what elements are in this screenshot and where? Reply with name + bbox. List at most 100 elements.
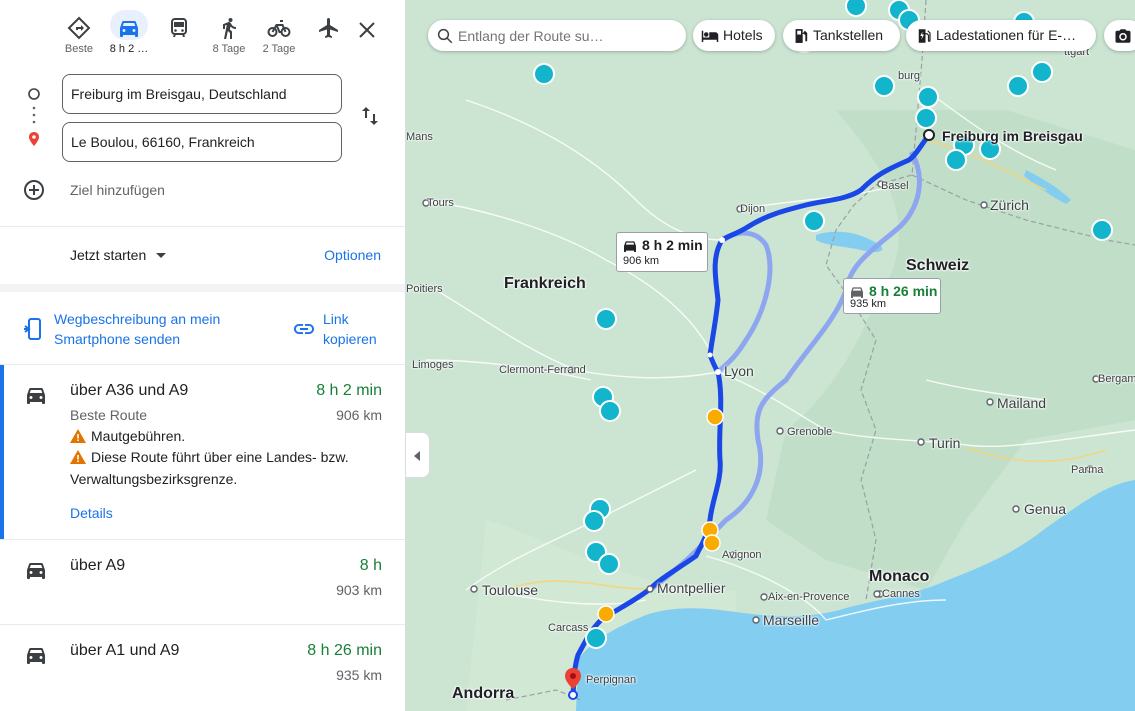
car-icon	[27, 563, 45, 579]
map-label-place: Cannes	[882, 588, 920, 600]
search-along-route[interactable]	[428, 20, 686, 51]
map-label-city: Toulouse	[482, 582, 539, 598]
add-destination-button[interactable]: Ziel hinzufügen	[22, 176, 322, 204]
map-label-city: Lyon	[724, 363, 754, 379]
depart-time-label: Jetzt starten	[70, 247, 147, 263]
flight-icon	[319, 18, 338, 38]
map-label-place: Basel	[881, 180, 909, 192]
options-button[interactable]: Optionen	[324, 247, 381, 263]
add-circle-icon	[24, 180, 44, 200]
mode-flight[interactable]	[304, 14, 354, 62]
map-label-place: Carcass	[548, 622, 589, 634]
route-details-link[interactable]: Details	[70, 505, 113, 521]
map-label-city: Genua	[1024, 501, 1067, 517]
car-icon	[624, 241, 636, 252]
chip-label: Tankstellen	[813, 27, 884, 43]
caret-down-icon	[156, 253, 167, 258]
route-option-1[interactable]: über A36 und A9 8 h 2 min Beste Route 90…	[0, 365, 405, 539]
map-label-place: burg	[898, 70, 921, 82]
map-background	[422, 0, 1135, 711]
route-info-box-best[interactable]: 8 h 2 min 906 km	[616, 232, 708, 272]
mode-label: 8 Tage	[212, 43, 246, 55]
chip-hotels[interactable]: Hotels	[693, 20, 775, 51]
route-name: über A1 und A9	[70, 642, 180, 659]
warning-icon	[70, 450, 86, 464]
map-label-city: Zürich	[990, 197, 1029, 213]
chip-gas-stations[interactable]: Tankstellen	[783, 20, 900, 51]
destination-pin-icon	[29, 132, 39, 146]
mode-label: 8 h 2 …	[109, 43, 149, 55]
swap-button[interactable]	[358, 104, 382, 128]
transit-icon	[171, 18, 187, 37]
map-label-place: Grenoble	[787, 426, 833, 438]
depart-time-dropdown[interactable]: Jetzt starten	[70, 247, 167, 263]
map-canvas[interactable]: Freiburg im Breisgau Frankreich Schweiz …	[406, 0, 1135, 711]
close-directions-button[interactable]	[355, 18, 379, 42]
chip-label: Hotels	[723, 27, 763, 43]
route-option-3[interactable]: über A1 und A9 8 h 26 min 935 km	[0, 625, 405, 711]
map-label-place: Aix-en-Provence	[768, 591, 850, 603]
map-label-place: Dijon	[740, 203, 766, 215]
map-label-city: Turin	[929, 435, 961, 451]
ev-charging-icon	[918, 29, 931, 43]
route-waypoint-markers	[28, 88, 40, 161]
link-icon	[294, 324, 314, 334]
map-label-place: Limoges	[412, 359, 454, 371]
route-time: 8 h	[359, 557, 382, 574]
route-box-time: 8 h 2 min	[642, 237, 703, 253]
camera-icon	[1115, 29, 1131, 43]
car-icon	[120, 21, 138, 37]
close-icon	[359, 22, 375, 38]
destination-input[interactable]	[62, 122, 342, 162]
route-name: über A36 und A9	[70, 382, 189, 399]
map-label-country: Andorra	[452, 685, 515, 702]
origin-circle-icon	[28, 88, 40, 100]
route-name: über A9	[70, 557, 126, 574]
route-distance: 903 km	[336, 582, 382, 598]
map-label-country: Monaco	[869, 568, 930, 585]
mode-transit[interactable]	[154, 14, 204, 62]
map-label-place: Perpignan	[586, 674, 637, 686]
collapse-panel-button[interactable]	[406, 432, 430, 478]
chip-label: Ladestationen für E-…	[936, 27, 1077, 43]
swap-icon	[362, 107, 378, 125]
route-box-distance: 906 km	[623, 255, 660, 267]
map-label-city: Montpellier	[657, 580, 726, 596]
add-destination-label: Ziel hinzufügen	[70, 182, 165, 198]
route-warning-border: Diese Route führt über eine Landes- bzw.…	[70, 449, 349, 487]
best-route-icon	[67, 16, 91, 40]
map-label-place: Bergamo	[1098, 373, 1135, 385]
bike-icon	[267, 20, 291, 37]
search-along-route-input[interactable]	[458, 20, 678, 51]
chevron-left-icon	[414, 451, 420, 461]
map-label-place: Avignon	[722, 549, 762, 561]
send-to-phone-icon	[24, 318, 41, 340]
map-label-origin[interactable]: Freiburg im Breisgau	[942, 128, 1083, 144]
mode-car[interactable]: 8 h 2 …	[104, 10, 154, 62]
route-info-box-alt[interactable]: 8 h 26 min 935 km	[843, 278, 941, 314]
mode-label: 2 Tage	[262, 43, 296, 55]
origin-input[interactable]	[62, 74, 342, 114]
send-to-phone-label: Wegbeschreibung an mein Smartphone sende…	[54, 311, 221, 347]
map-label-place: Clermont-Ferrand	[499, 364, 586, 376]
gas-station-icon	[795, 29, 808, 43]
route-option-2[interactable]: über A9 8 h 903 km	[0, 540, 405, 624]
warning-icon	[70, 429, 86, 443]
route-box-time: 8 h 26 min	[869, 283, 938, 299]
chip-ev-charging[interactable]: Ladestationen für E-…	[906, 20, 1096, 51]
chip-more[interactable]	[1104, 20, 1135, 51]
map-label-place: Poitiers	[406, 283, 443, 295]
map-label-place: Parma	[1071, 464, 1104, 476]
mode-label: Beste	[64, 43, 94, 55]
map-label-place: Mans	[406, 131, 433, 143]
route-time: 8 h 26 min	[307, 642, 382, 659]
map-label-city: Mailand	[997, 395, 1047, 411]
route-box-distance: 935 km	[850, 298, 887, 310]
route-time: 8 h 2 min	[316, 382, 382, 399]
walk-icon	[223, 18, 236, 39]
mode-walk[interactable]: 8 Tage	[204, 14, 254, 62]
map-label-country: Schweiz	[906, 257, 970, 274]
map-label-city: Marseille	[763, 612, 820, 628]
mode-best[interactable]: Beste	[54, 14, 104, 62]
mode-bike[interactable]: 2 Tage	[254, 14, 304, 62]
